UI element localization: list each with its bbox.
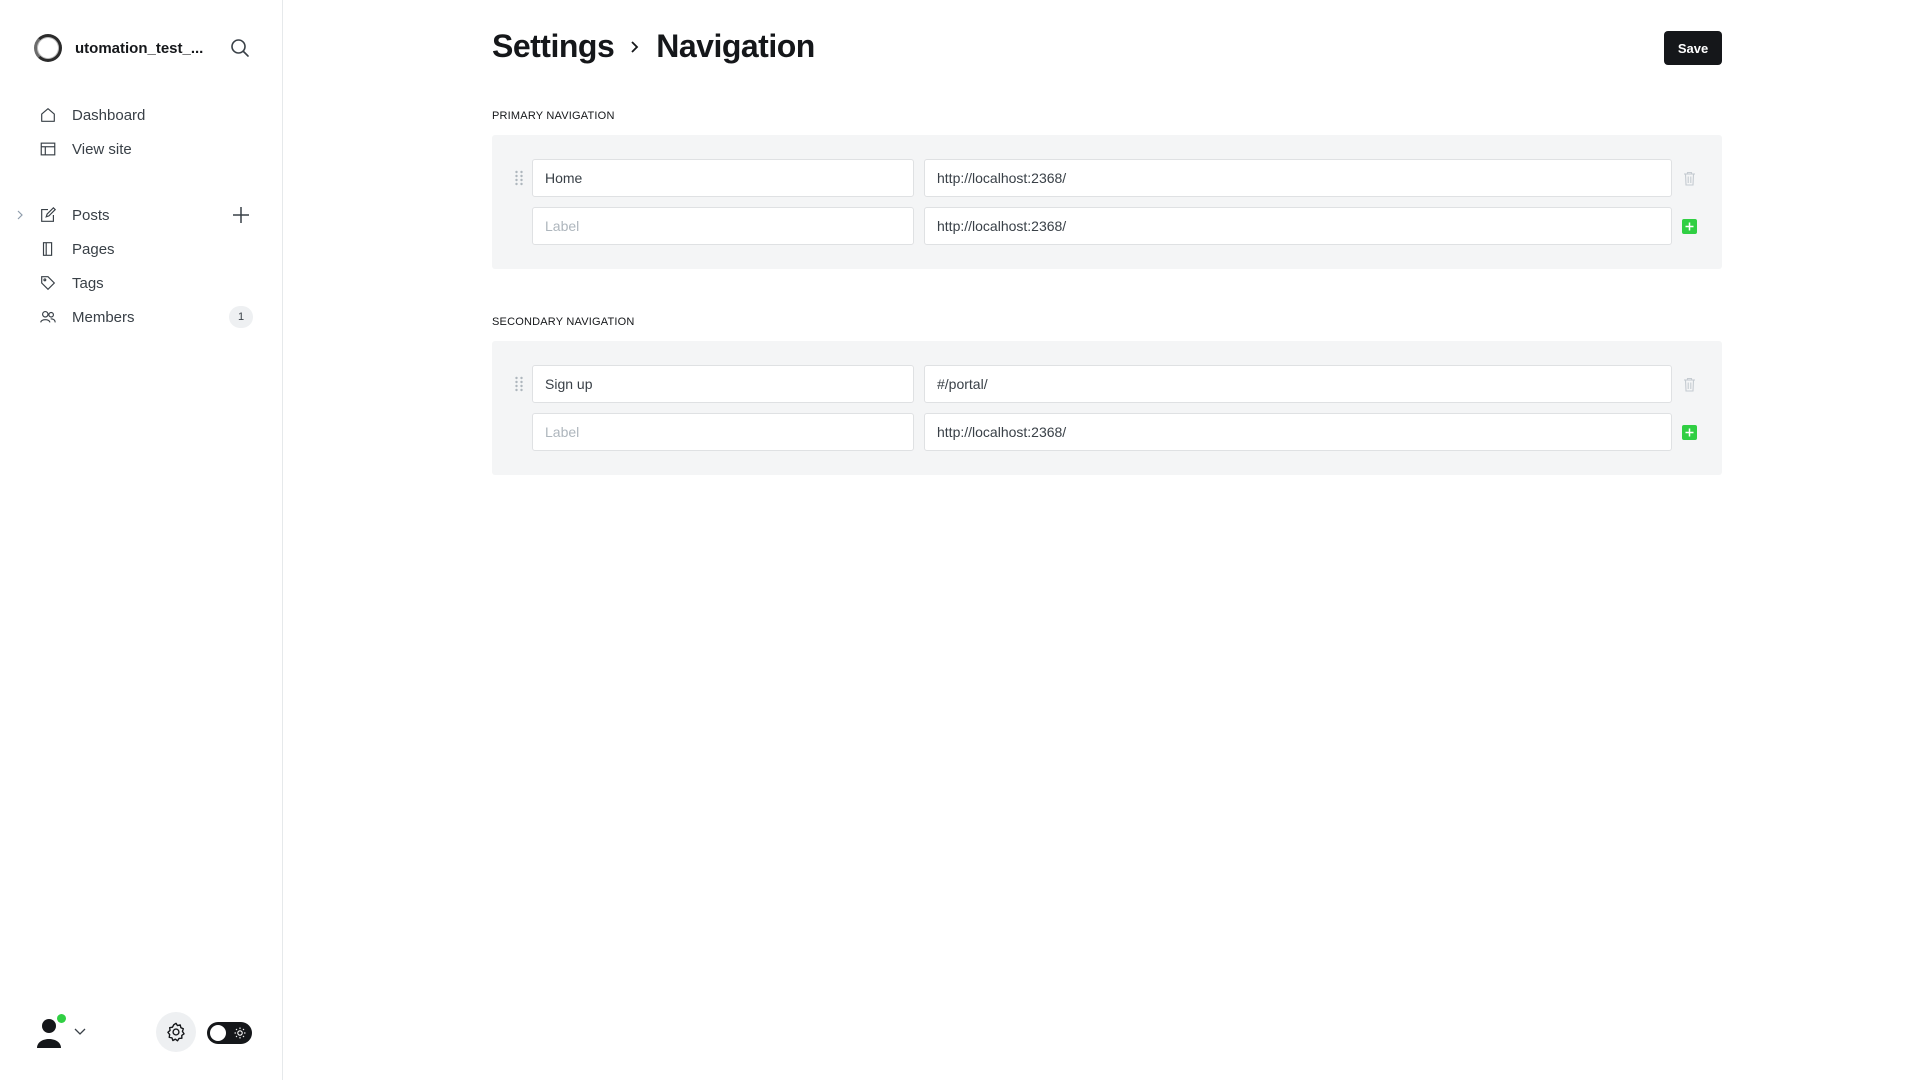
drag-handle-icon[interactable] xyxy=(514,376,524,392)
sidebar-item-label: Dashboard xyxy=(72,106,146,124)
sidebar-item-label: View site xyxy=(72,140,132,158)
sun-icon xyxy=(234,1027,246,1039)
new-nav-item-row xyxy=(492,413,1722,451)
site-brand[interactable]: utomation_test_... xyxy=(34,34,210,62)
dark-mode-toggle[interactable] xyxy=(207,1022,252,1044)
nav-item-row xyxy=(492,159,1722,197)
add-item-button[interactable] xyxy=(1681,424,1697,440)
sidebar-item-label: Pages xyxy=(72,240,115,258)
sidebar-item-pages[interactable]: Pages xyxy=(0,232,283,266)
search-icon[interactable] xyxy=(228,36,252,60)
nav-url-input[interactable] xyxy=(924,365,1672,403)
sidebar-item-label: Members xyxy=(72,308,135,326)
add-item-button[interactable] xyxy=(1681,218,1697,234)
edit-icon xyxy=(38,205,58,225)
trash-icon[interactable] xyxy=(1681,376,1697,392)
site-logo xyxy=(34,34,62,62)
toggle-knob xyxy=(210,1025,226,1041)
nav-url-input[interactable] xyxy=(924,159,1672,197)
plus-icon xyxy=(1681,218,1697,234)
plus-icon xyxy=(1681,424,1697,440)
sidebar-item-posts[interactable]: Posts xyxy=(0,198,283,232)
home-icon xyxy=(38,105,58,125)
sidebar-item-members[interactable]: Members 1 xyxy=(0,300,283,334)
secondary-navigation-title: SECONDARY NAVIGATION xyxy=(492,316,635,328)
layout-icon xyxy=(38,139,58,159)
new-nav-url-input[interactable] xyxy=(924,207,1672,245)
breadcrumb: Settings Navigation xyxy=(492,28,815,65)
chevron-right-icon[interactable] xyxy=(14,208,26,222)
nav-item-row xyxy=(492,365,1722,403)
site-name: utomation_test_... xyxy=(75,39,204,57)
page-icon xyxy=(38,239,58,259)
tag-icon xyxy=(38,273,58,293)
nav-label-input[interactable] xyxy=(532,365,914,403)
drag-handle-icon[interactable] xyxy=(514,170,524,186)
chevron-right-icon xyxy=(628,38,642,56)
trash-icon[interactable] xyxy=(1681,170,1697,186)
sidebar-item-view-site[interactable]: View site xyxy=(0,132,283,166)
secondary-navigation-panel xyxy=(492,341,1722,475)
save-button[interactable]: Save xyxy=(1664,31,1722,65)
new-nav-label-input[interactable] xyxy=(532,413,914,451)
online-status-dot xyxy=(57,1014,66,1023)
primary-navigation-panel xyxy=(492,135,1722,269)
new-nav-label-input[interactable] xyxy=(532,207,914,245)
sidebar-nav: Dashboard View site Posts Pages Tags Mem… xyxy=(0,98,283,334)
sidebar-item-label: Tags xyxy=(72,274,104,292)
settings-gear-icon[interactable] xyxy=(156,1012,196,1052)
sidebar: utomation_test_... Dashboard View site P… xyxy=(0,0,283,1080)
user-menu[interactable] xyxy=(34,1014,90,1050)
breadcrumb-settings[interactable]: Settings xyxy=(492,28,615,65)
primary-navigation-title: PRIMARY NAVIGATION xyxy=(492,110,615,122)
main-content: Settings Navigation Save PRIMARY NAVIGAT… xyxy=(284,0,1920,1080)
members-count-badge: 1 xyxy=(229,306,253,328)
sidebar-item-label: Posts xyxy=(72,206,110,224)
new-nav-url-input[interactable] xyxy=(924,413,1672,451)
sidebar-item-dashboard[interactable]: Dashboard xyxy=(0,98,283,132)
add-post-plus-icon[interactable] xyxy=(230,204,252,226)
members-icon xyxy=(38,307,58,327)
chevron-down-icon xyxy=(74,1028,86,1035)
page-title: Navigation xyxy=(656,28,815,64)
new-nav-item-row xyxy=(492,207,1722,245)
sidebar-item-tags[interactable]: Tags xyxy=(0,266,283,300)
sidebar-footer xyxy=(0,1010,283,1056)
nav-label-input[interactable] xyxy=(532,159,914,197)
